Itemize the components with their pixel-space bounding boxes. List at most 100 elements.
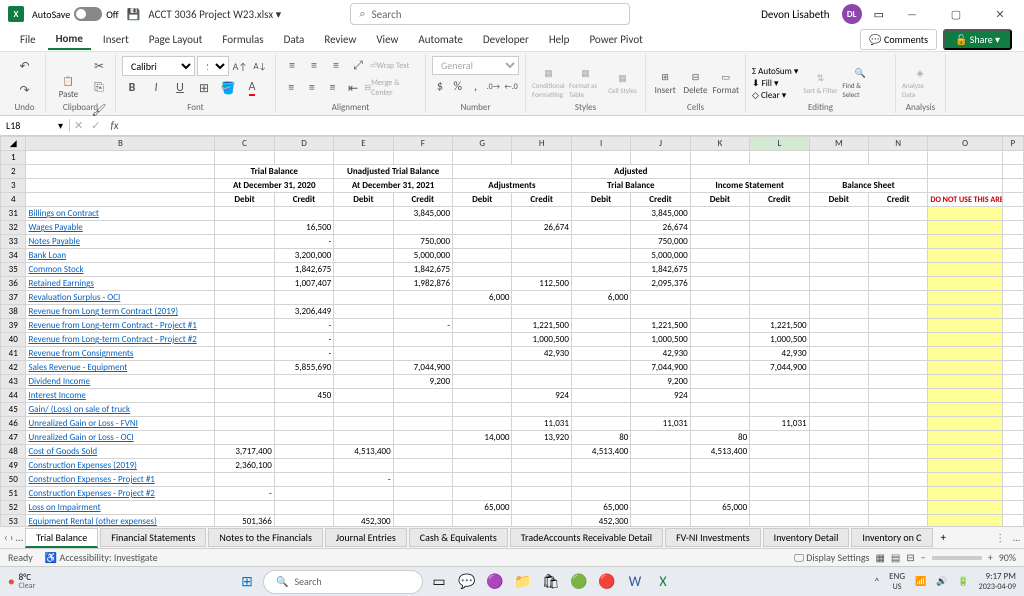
cell[interactable] <box>453 221 512 235</box>
cell[interactable]: 1,221,500 <box>512 319 571 333</box>
cell[interactable] <box>809 235 868 249</box>
sheet-tab-inventory-detail[interactable]: Inventory Detail <box>763 528 850 547</box>
cell[interactable] <box>928 319 1002 333</box>
cell[interactable]: 1,982,876 <box>393 277 452 291</box>
cell[interactable] <box>809 291 868 305</box>
cell[interactable] <box>928 459 1002 473</box>
col-header-D[interactable]: D <box>274 137 333 151</box>
cell[interactable]: 1,007,407 <box>274 277 333 291</box>
align-top-button[interactable]: ≡ <box>282 56 302 76</box>
cell[interactable] <box>453 389 512 403</box>
tray-chevron-icon[interactable]: ^ <box>875 576 879 587</box>
cell[interactable]: 5,000,000 <box>393 249 452 263</box>
clear-button[interactable]: ◇ Clear ▾ <box>752 90 798 101</box>
wrap-text-button[interactable]: ⏎ Wrap Text <box>370 56 409 76</box>
cell[interactable]: 14,000 <box>453 431 512 445</box>
cell[interactable] <box>571 375 630 389</box>
cell[interactable] <box>215 291 274 305</box>
cell[interactable]: 2,360,100 <box>215 459 274 473</box>
row-header[interactable]: 1 <box>1 151 26 165</box>
cell[interactable] <box>869 305 928 319</box>
cut-button[interactable]: ✂ <box>89 56 109 76</box>
cell[interactable]: Bank Loan <box>26 249 215 263</box>
cell[interactable] <box>809 347 868 361</box>
cell[interactable] <box>334 361 393 375</box>
increase-decimal-button[interactable]: .0→ <box>485 77 501 97</box>
cell[interactable] <box>512 361 571 375</box>
cell[interactable] <box>215 235 274 249</box>
cell[interactable] <box>690 207 749 221</box>
cell[interactable] <box>334 459 393 473</box>
cell[interactable]: 16,500 <box>274 221 333 235</box>
app-store-icon[interactable]: 🛍 <box>539 570 563 594</box>
cell[interactable] <box>1002 249 1023 263</box>
undo-button[interactable]: ↶ <box>15 56 35 76</box>
cell[interactable] <box>690 277 749 291</box>
insert-cells-button[interactable]: ⊞Insert <box>652 64 678 104</box>
row-header[interactable]: 48 <box>1 445 26 459</box>
user-avatar[interactable]: DL <box>842 4 862 24</box>
cell[interactable] <box>1002 221 1023 235</box>
cell[interactable] <box>334 151 393 165</box>
close-button[interactable]: ✕ <box>984 2 1016 26</box>
toggle-switch[interactable] <box>74 7 102 21</box>
display-settings-button[interactable]: 🖵 Display Settings <box>794 551 869 564</box>
cell[interactable]: 80 <box>690 431 749 445</box>
cell[interactable] <box>215 347 274 361</box>
cell[interactable] <box>869 347 928 361</box>
cell[interactable]: 3,200,000 <box>274 249 333 263</box>
cell[interactable]: - <box>393 319 452 333</box>
cell[interactable] <box>453 333 512 347</box>
cell[interactable] <box>809 305 868 319</box>
cell[interactable] <box>750 221 809 235</box>
cell[interactable] <box>393 347 452 361</box>
cell[interactable] <box>631 487 690 501</box>
row-header[interactable]: 31 <box>1 207 26 221</box>
delete-cells-button[interactable]: ⊟Delete <box>682 64 708 104</box>
col-header-P[interactable]: P <box>1002 137 1023 151</box>
row-header[interactable]: 37 <box>1 291 26 305</box>
cell[interactable] <box>453 515 512 527</box>
cell[interactable] <box>928 417 1002 431</box>
cell[interactable] <box>453 375 512 389</box>
select-all-corner[interactable]: ◢ <box>1 137 26 151</box>
cell[interactable] <box>690 403 749 417</box>
cell[interactable] <box>334 389 393 403</box>
comments-button[interactable]: 💬 Comments <box>860 29 937 50</box>
cell[interactable] <box>869 459 928 473</box>
cell[interactable] <box>631 151 690 165</box>
cell[interactable] <box>512 501 571 515</box>
cell[interactable] <box>393 221 452 235</box>
cell[interactable] <box>750 291 809 305</box>
cell[interactable] <box>274 417 333 431</box>
cell[interactable] <box>274 291 333 305</box>
cell[interactable] <box>928 151 1002 165</box>
cell[interactable]: 1,221,500 <box>631 319 690 333</box>
cell[interactable] <box>571 235 630 249</box>
menu-home[interactable]: Home <box>48 29 91 50</box>
cell[interactable] <box>1002 291 1023 305</box>
zoom-slider[interactable] <box>932 556 982 560</box>
cell[interactable]: 452,300 <box>334 515 393 527</box>
cell[interactable]: 3,717,400 <box>215 445 274 459</box>
cell[interactable] <box>809 277 868 291</box>
cell[interactable] <box>215 305 274 319</box>
cell[interactable] <box>512 263 571 277</box>
cell[interactable] <box>750 375 809 389</box>
cell[interactable] <box>928 515 1002 527</box>
cell[interactable] <box>512 151 571 165</box>
cell[interactable]: Construction Expenses - Project #2 <box>26 487 215 501</box>
cell[interactable] <box>334 207 393 221</box>
page-layout-view-button[interactable]: ▤ <box>891 551 900 564</box>
cell[interactable] <box>215 277 274 291</box>
enter-formula-icon[interactable]: ✓ <box>87 119 104 132</box>
cell[interactable]: - <box>274 333 333 347</box>
cell[interactable] <box>869 249 928 263</box>
cell[interactable] <box>274 501 333 515</box>
cell[interactable] <box>393 515 452 527</box>
cell[interactable] <box>631 515 690 527</box>
cell[interactable] <box>274 403 333 417</box>
cell[interactable] <box>750 515 809 527</box>
sheet-tab-notes[interactable]: Notes to the Financials <box>208 528 322 547</box>
cell[interactable] <box>928 305 1002 319</box>
